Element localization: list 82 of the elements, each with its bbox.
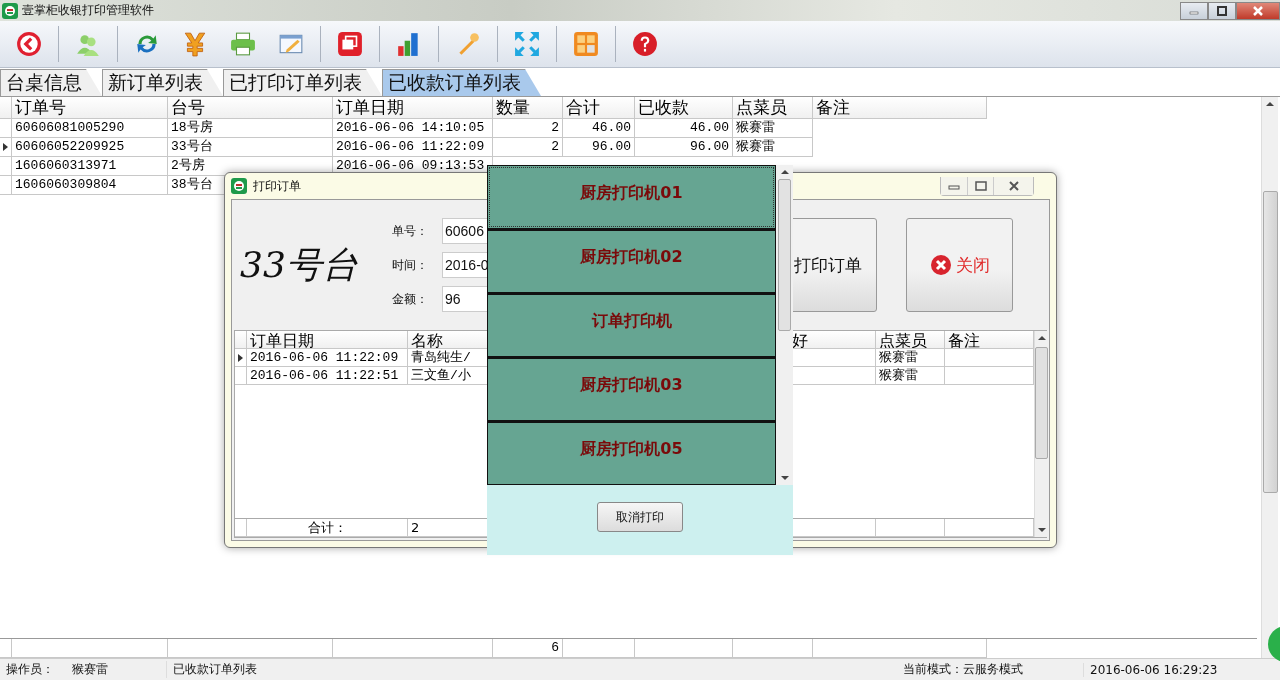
table-cell: 1606060309804 [12, 176, 168, 195]
printer-option[interactable]: 厨房打印机05 [487, 421, 776, 485]
printer-option[interactable]: 厨房打印机03 [487, 357, 776, 421]
row-selector [235, 331, 247, 349]
column-header[interactable]: 合计 [563, 97, 635, 119]
column-header[interactable]: 点菜员 [876, 331, 945, 349]
column-header[interactable]: 已收款 [635, 97, 733, 119]
current-view: 已收款订单列表 [166, 661, 479, 678]
table-cell: 2016-06-06 11:22:09 [333, 138, 493, 157]
printer-icon[interactable] [230, 31, 256, 57]
table-cell: 18号房 [168, 119, 333, 138]
mode-status: 当前模式：云服务模式 [902, 661, 1024, 678]
field-label: 时间： [392, 256, 429, 274]
tab[interactable]: 已打印订单列表 [223, 69, 382, 96]
table-cell: 46.00 [563, 119, 635, 138]
table-cell: 猴赛雷 [733, 138, 813, 157]
column-header[interactable]: 数量 [493, 97, 563, 119]
table-cell: 33号台 [168, 138, 333, 157]
column-header[interactable]: 备注 [945, 331, 1034, 349]
close-button[interactable] [1236, 1, 1280, 20]
printer-option[interactable]: 订单打印机 [487, 293, 776, 357]
tab[interactable]: 已收款订单列表 [382, 69, 541, 96]
yen-icon[interactable] [182, 31, 208, 57]
table-cell: 猴赛雷 [876, 367, 945, 385]
table-cell: 60606081005290 [12, 119, 168, 138]
app-icon [231, 178, 247, 194]
column-header[interactable]: 备注 [813, 97, 987, 119]
operator-name: 猴赛雷 [71, 661, 109, 678]
table-cell: 2 [493, 119, 563, 138]
field-label: 金额： [392, 290, 429, 308]
table-cell: 60606052209925 [12, 138, 168, 157]
close-icon [929, 254, 952, 276]
table-cell: 1606060313971 [12, 157, 168, 176]
table-cell: 46.00 [635, 119, 733, 138]
total-cell: 合计： [247, 519, 408, 537]
table-cell: 2016-06-06 11:22:09 [247, 349, 408, 367]
row-selector [0, 97, 12, 119]
close-dialog-button[interactable]: 关闭 [906, 218, 1013, 312]
column-header[interactable]: 订单日期 [247, 331, 408, 349]
cancel-print-button[interactable]: 取消打印 [597, 502, 683, 532]
scrollbar[interactable] [776, 165, 793, 485]
tab[interactable]: 台桌信息 [0, 69, 102, 96]
minimize-button[interactable] [941, 176, 967, 195]
close-icon [1007, 180, 1020, 191]
window-title: 壹掌柜收银打印管理软件 [22, 2, 154, 19]
column-header[interactable]: 订单日期 [333, 97, 493, 119]
scrollbar[interactable] [1034, 331, 1048, 537]
printer-option[interactable]: 厨房打印机02 [487, 229, 776, 293]
dialog-title: 打印订单 [253, 177, 301, 195]
cards-icon[interactable] [337, 31, 363, 57]
row-selector[interactable] [235, 349, 247, 367]
help-icon[interactable] [632, 31, 658, 57]
row-selector[interactable] [0, 138, 12, 157]
close-button[interactable] [993, 176, 1033, 195]
scrollbar[interactable] [1261, 97, 1278, 658]
maximize-button[interactable] [1208, 1, 1236, 20]
column-header[interactable]: 点菜员 [733, 97, 813, 119]
table-cell: 96.00 [563, 138, 635, 157]
table-name: 33号台 [239, 242, 359, 287]
table-cell [876, 519, 945, 537]
column-header[interactable]: 台号 [168, 97, 333, 119]
close-icon [1252, 4, 1264, 17]
table-cell: 2 [493, 138, 563, 157]
table-cell: 2016-06-06 14:10:05 [333, 119, 493, 138]
datetime: 2016-06-06 16:29:23 [1083, 662, 1280, 677]
table-cell: 2016-06-06 11:22:51 [247, 367, 408, 385]
table-cell: 96.00 [635, 138, 733, 157]
table-cell: 猴赛雷 [876, 349, 945, 367]
row-selector [235, 519, 247, 537]
tab[interactable]: 新订单列表 [102, 69, 223, 96]
printer-option[interactable]: 厨房打印机01 [487, 165, 776, 229]
operator-label: 操作员： [5, 661, 55, 678]
grid-icon[interactable] [573, 31, 599, 57]
field-label: 单号： [392, 222, 429, 240]
column-header[interactable]: 订单号 [12, 97, 168, 119]
app-icon [2, 2, 18, 19]
maximize-icon [974, 180, 987, 191]
column-header[interactable]: 好 [791, 331, 876, 349]
expand-icon[interactable] [514, 31, 540, 57]
back-icon[interactable] [16, 31, 42, 57]
maximize-icon [1217, 5, 1227, 16]
table-cell: 猴赛雷 [733, 119, 813, 138]
